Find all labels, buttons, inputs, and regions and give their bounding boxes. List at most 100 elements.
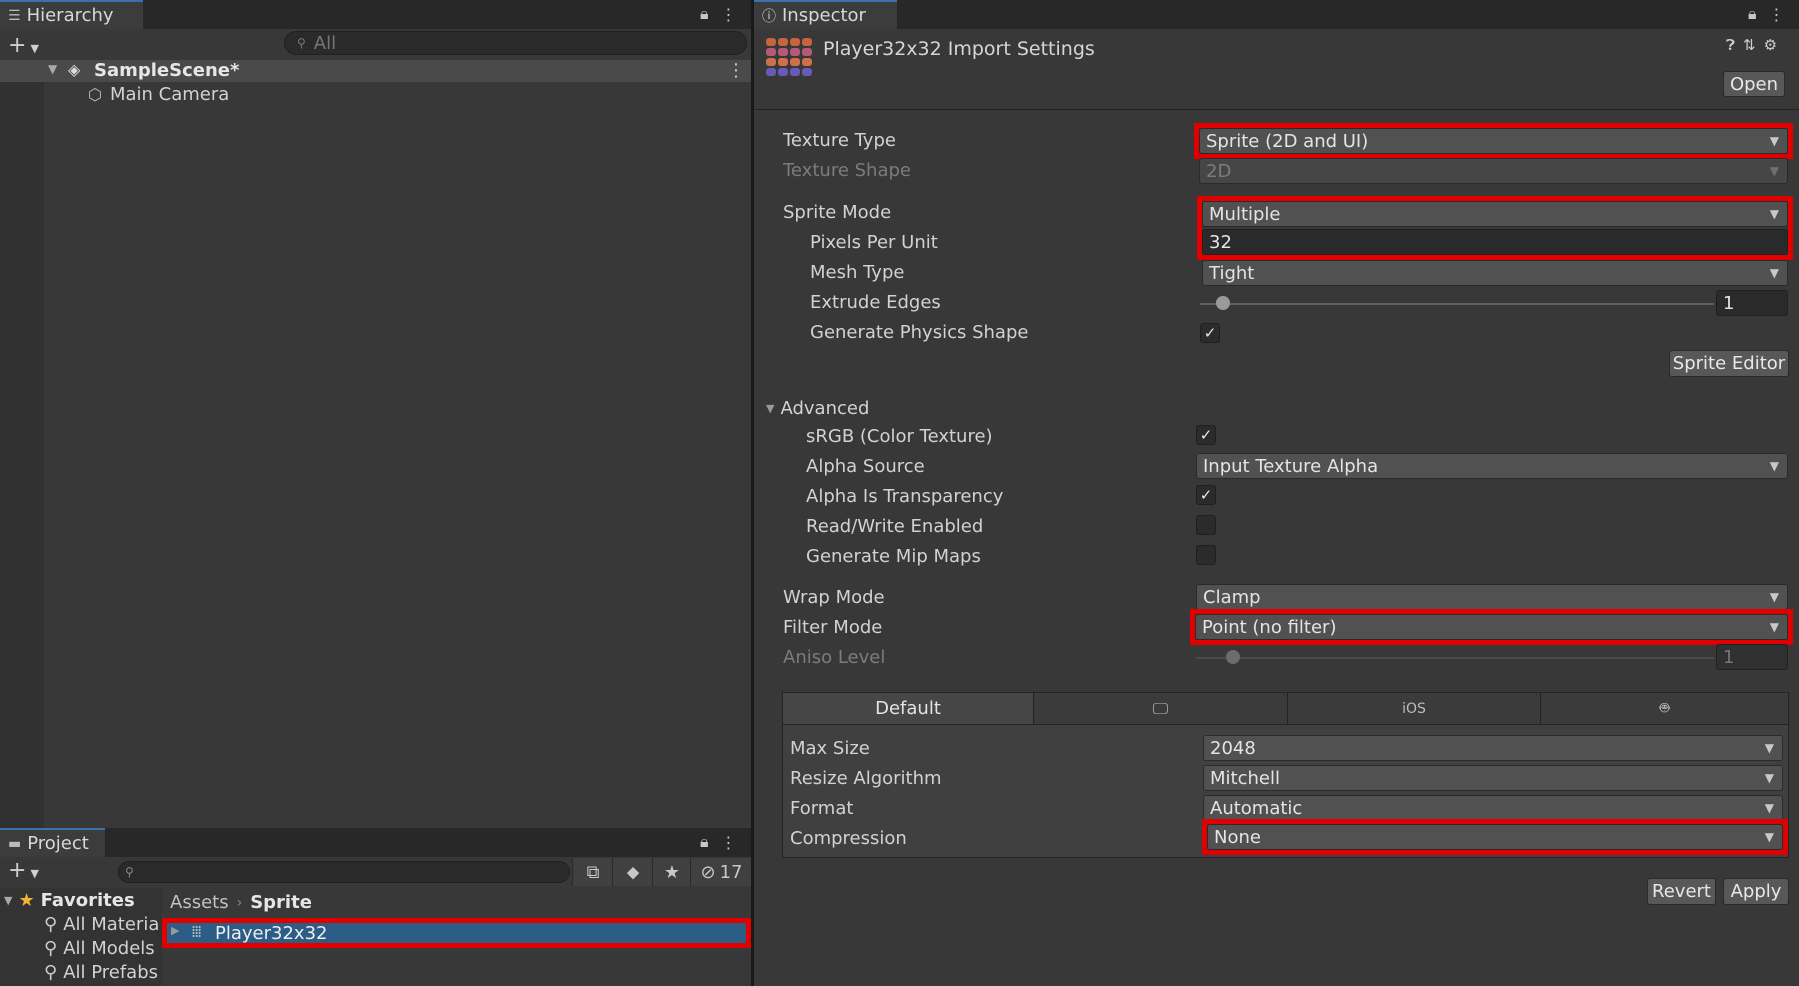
more-options-icon[interactable]: ⋮ xyxy=(721,833,737,852)
compression-dropdown[interactable]: None ▼ xyxy=(1207,824,1783,850)
expand-arrow-icon[interactable]: ▼ xyxy=(48,62,57,76)
scene-name: SampleScene* xyxy=(94,60,240,81)
lock-icon[interactable]: 🔒︎ xyxy=(1748,4,1757,24)
extrude-edges-input[interactable]: 1 xyxy=(1716,290,1788,316)
advanced-foldout[interactable]: ▼ Advanced xyxy=(766,398,869,419)
breadcrumb-sprite[interactable]: Sprite xyxy=(250,892,312,913)
texture-shape-label: Texture Shape xyxy=(783,160,911,181)
filter-mode-label: Filter Mode xyxy=(783,617,883,638)
create-button[interactable]: + ▼ xyxy=(8,858,39,883)
format-value: Automatic xyxy=(1210,797,1303,819)
alpha-transparency-checkbox[interactable]: ✓ xyxy=(1196,485,1216,505)
chevron-down-icon: ▼ xyxy=(1769,590,1779,604)
lock-icon[interactable]: 🔒︎ xyxy=(700,4,709,24)
favorite-item-label: All Materia xyxy=(63,914,160,935)
hierarchy-item[interactable]: ⬡ Main Camera xyxy=(88,83,229,105)
chevron-down-icon: ▼ xyxy=(1769,164,1779,178)
format-label: Format xyxy=(790,798,854,819)
chevron-right-icon: › xyxy=(236,894,243,911)
hierarchy-panel: ☰ Hierarchy 🔒︎ ⋮ + ▼ ⚲ All ▼ ◈ SampleScen… xyxy=(0,0,751,828)
tab-hierarchy-label: Hierarchy xyxy=(26,5,114,26)
lock-icon[interactable]: 🔒︎ xyxy=(700,832,709,852)
filter-mode-dropdown[interactable]: Point (no filter) ▼ xyxy=(1195,614,1788,640)
inspector-tab-icons: 🔒︎ ⋮ xyxy=(1748,4,1785,24)
help-icon[interactable]: ❓︎ xyxy=(1726,36,1735,54)
physics-shape-label: Generate Physics Shape xyxy=(810,322,1029,343)
open-button[interactable]: Open xyxy=(1723,71,1785,97)
scene-menu-icon[interactable]: ⋮ xyxy=(727,60,745,81)
inspector-tabbar xyxy=(754,0,1799,29)
favorite-item[interactable]: ⚲ All Materia xyxy=(44,914,159,935)
header-icons: ❓︎ ⇅ ⚙ xyxy=(1726,36,1777,54)
physics-shape-checkbox[interactable]: ✓ xyxy=(1200,323,1220,343)
more-options-icon[interactable]: ⋮ xyxy=(721,5,737,24)
more-options-icon[interactable]: ⋮ xyxy=(1769,5,1785,24)
read-write-checkbox[interactable] xyxy=(1196,515,1216,535)
texture-shape-value: 2D xyxy=(1206,160,1232,182)
mip-maps-checkbox[interactable] xyxy=(1196,545,1216,565)
search-icon: ⚲ xyxy=(44,962,58,983)
tab-default[interactable]: Default xyxy=(783,693,1034,724)
add-button[interactable]: + ▼ xyxy=(8,33,39,58)
tab-inspector[interactable]: ⓘ Inspector xyxy=(754,0,897,29)
favorites-row[interactable]: ▼ ★ Favorites xyxy=(4,890,135,911)
search-placeholder: All xyxy=(313,32,337,54)
tab-android[interactable]: 🤖︎ xyxy=(1541,693,1788,724)
search-by-type-icon[interactable]: ⧉ xyxy=(572,858,613,886)
tab-ios[interactable]: iOS xyxy=(1288,693,1541,724)
info-icon: ⓘ xyxy=(762,8,776,25)
search-icon: ⚲ xyxy=(125,865,134,879)
texture-type-dropdown[interactable]: Sprite (2D and UI) ▼ xyxy=(1199,128,1788,154)
favorite-item[interactable]: ⚲ All Models xyxy=(44,938,155,959)
mesh-type-dropdown[interactable]: Tight ▼ xyxy=(1202,260,1788,286)
tab-hierarchy[interactable]: ☰ Hierarchy xyxy=(0,0,143,29)
resize-algorithm-dropdown[interactable]: Mitchell ▼ xyxy=(1203,765,1783,791)
advanced-label: Advanced xyxy=(780,398,870,419)
breadcrumb-assets[interactable]: Assets xyxy=(170,892,229,913)
scene-row[interactable]: ▼ ◈ SampleScene* ⋮ xyxy=(0,60,751,82)
favorite-item[interactable]: ⚲ All Prefabs xyxy=(44,962,158,983)
format-dropdown[interactable]: Automatic ▼ xyxy=(1203,795,1783,821)
wrap-mode-value: Clamp xyxy=(1203,586,1261,608)
hierarchy-search-input[interactable]: ⚲ All xyxy=(284,31,747,55)
revert-button[interactable]: Revert xyxy=(1647,878,1716,905)
unity-scene-icon: ◈ xyxy=(68,60,81,79)
gear-icon[interactable]: ⚙ xyxy=(1764,36,1777,54)
srgb-checkbox[interactable]: ✓ xyxy=(1196,425,1216,445)
favorite-star-icon[interactable]: ★ xyxy=(652,858,691,886)
tab-project[interactable]: ▬ Project xyxy=(0,828,105,857)
aniso-level-input: 1 xyxy=(1716,644,1788,670)
max-size-dropdown[interactable]: 2048 ▼ xyxy=(1203,735,1783,761)
project-search-input[interactable]: ⚲ xyxy=(118,861,570,883)
aniso-slider-track xyxy=(1196,657,1714,659)
chevron-down-icon: ▼ xyxy=(1764,771,1774,785)
project-tabbar xyxy=(0,828,751,857)
sprite-mode-value: Multiple xyxy=(1209,203,1281,225)
favorites-label: Favorites xyxy=(40,890,135,911)
asset-row-player32x32[interactable]: ▶ ⁞⁞⁞ Player32x32 xyxy=(162,918,751,948)
chevron-down-icon: ▼ xyxy=(1769,134,1779,148)
extrude-slider-track[interactable] xyxy=(1200,303,1714,305)
expand-arrow-icon[interactable]: ▶ xyxy=(171,924,179,937)
search-by-label-icon[interactable]: ⬥ xyxy=(612,858,653,886)
apply-button[interactable]: Apply xyxy=(1723,878,1789,905)
aniso-level-label: Aniso Level xyxy=(783,647,886,668)
wrap-mode-dropdown[interactable]: Clamp ▼ xyxy=(1196,584,1788,610)
chevron-down-icon: ▼ xyxy=(1764,741,1774,755)
pixels-per-unit-input[interactable]: 32 xyxy=(1202,229,1788,255)
extrude-slider-handle[interactable] xyxy=(1216,296,1230,310)
sprite-mode-dropdown[interactable]: Multiple ▼ xyxy=(1202,201,1788,227)
monitor-icon: 🖵︎ xyxy=(1152,698,1169,718)
read-write-label: Read/Write Enabled xyxy=(806,516,984,537)
aniso-slider-handle xyxy=(1226,650,1240,664)
hidden-packages-toggle[interactable]: ⊘ 17 xyxy=(690,858,752,886)
sprite-mode-label: Sprite Mode xyxy=(783,202,892,223)
expand-arrow-icon: ▼ xyxy=(766,402,775,415)
tab-standalone[interactable]: 🖵︎ xyxy=(1034,693,1288,724)
sprite-editor-button[interactable]: Sprite Editor xyxy=(1669,350,1789,377)
alpha-source-dropdown[interactable]: Input Texture Alpha ▼ xyxy=(1196,453,1788,479)
inspector-title: Player32x32 Import Settings xyxy=(823,38,1095,60)
presets-icon[interactable]: ⇅ xyxy=(1743,36,1756,54)
mesh-type-label: Mesh Type xyxy=(810,262,905,283)
hierarchy-gutter xyxy=(0,60,44,828)
